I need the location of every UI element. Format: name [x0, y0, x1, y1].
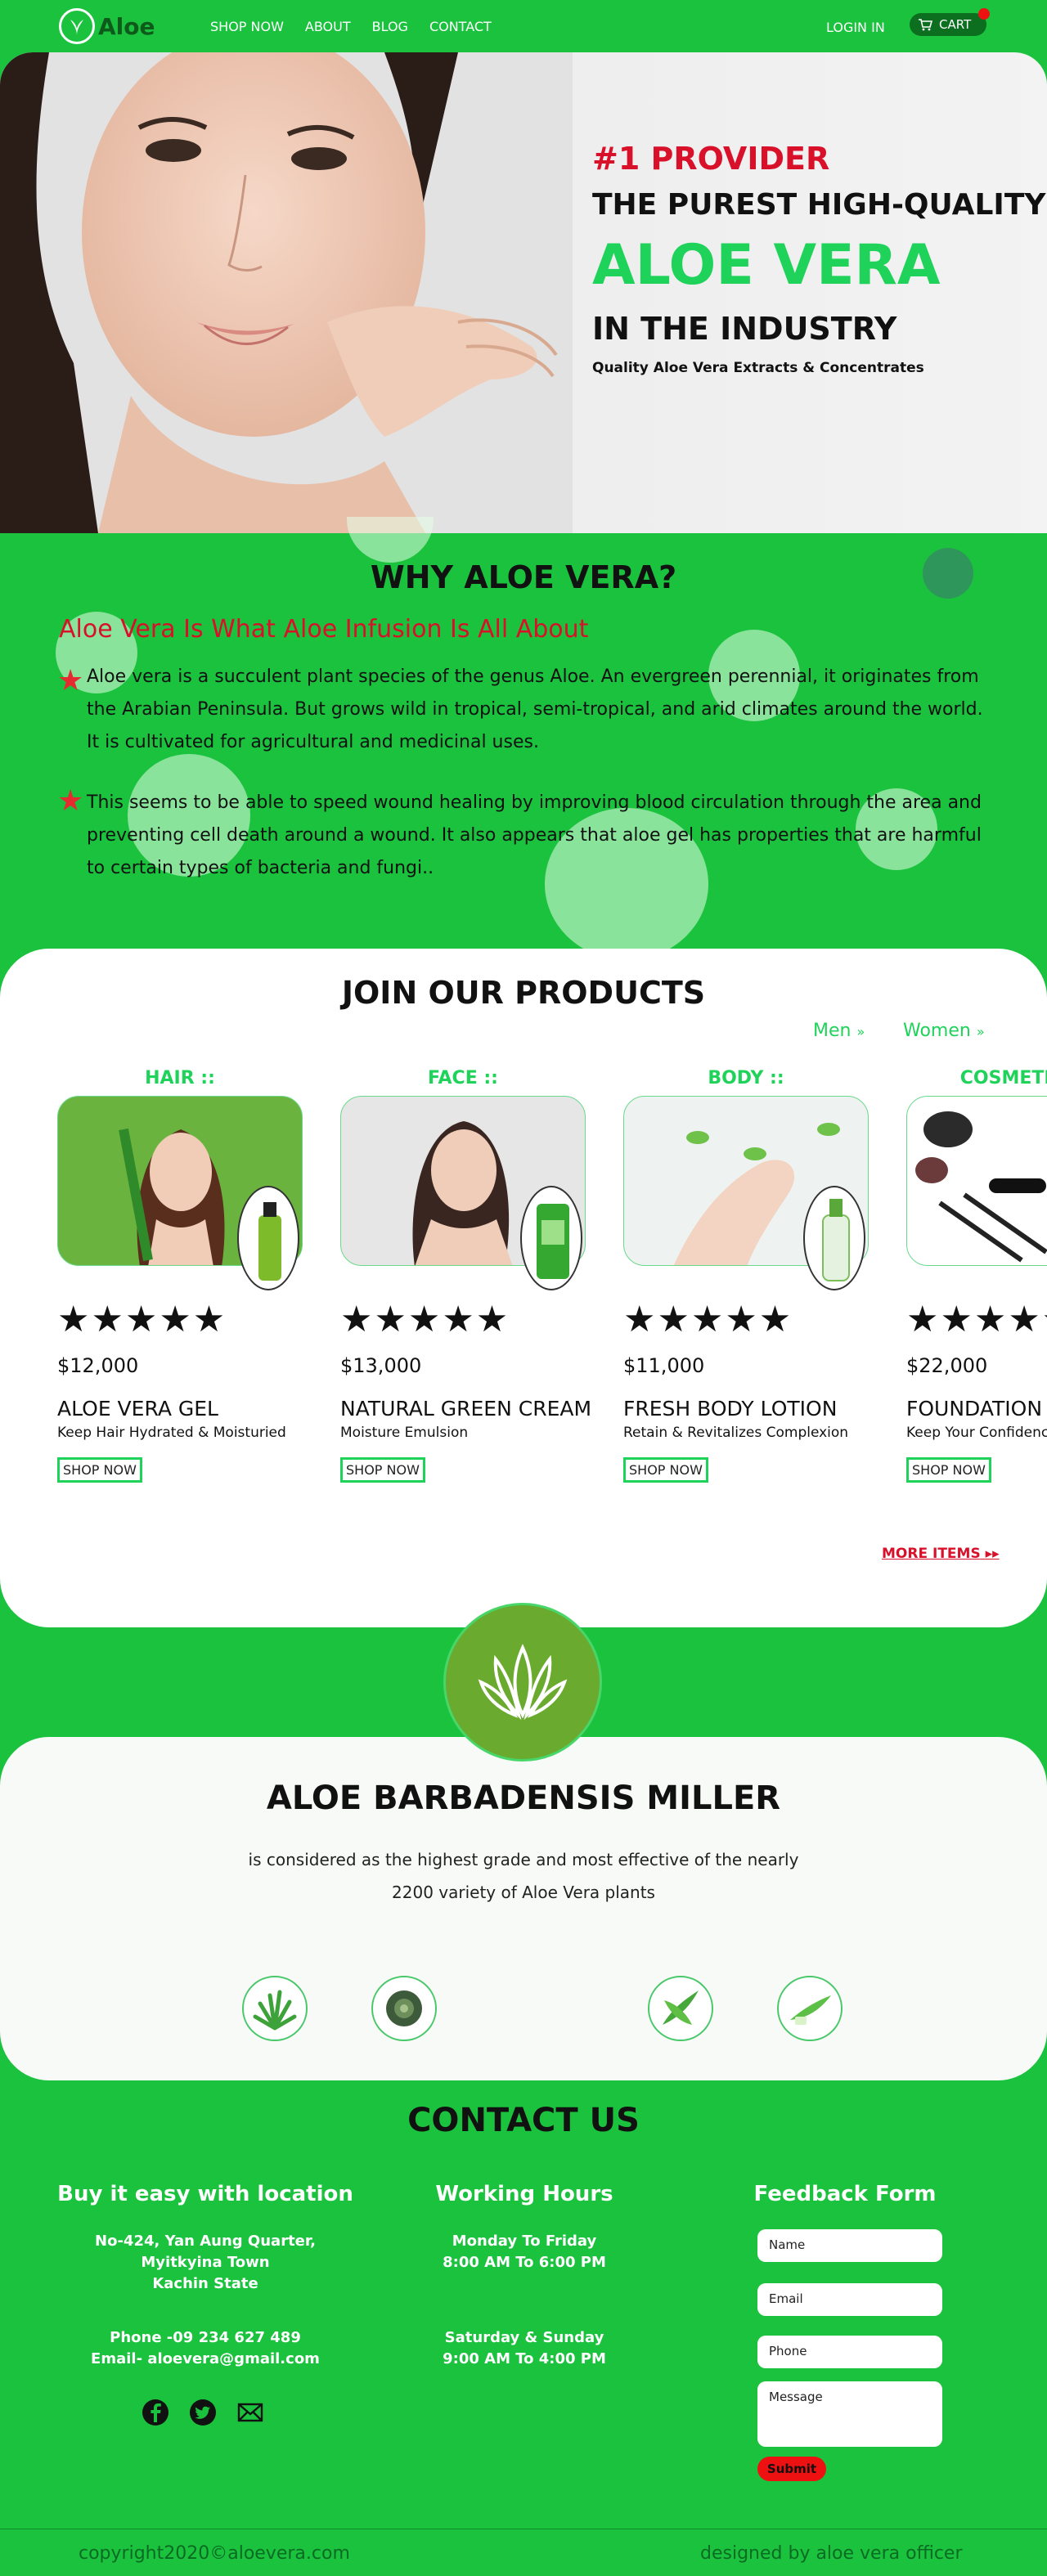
hero-provider-text: #1 PROVIDER — [592, 141, 830, 177]
more-items-link[interactable]: MORE ITEMS ▸▸ — [882, 1546, 1000, 1562]
shop-now-button[interactable]: SHOP NOW — [57, 1457, 142, 1483]
barbadensis-section: ALOE BARBADENSIS MILLER is considered as… — [0, 1737, 1047, 2080]
location-title: Buy it easy with location — [57, 2182, 353, 2206]
product-description: Retain & Revitalizes Complexion — [623, 1425, 849, 1441]
aloe-plant-emblem-icon — [443, 1603, 602, 1761]
twitter-icon[interactable] — [188, 2398, 218, 2427]
facebook-icon[interactable] — [141, 2398, 170, 2427]
rating-stars: ★★★★★ — [623, 1299, 793, 1340]
weekday-days: Monday To Friday — [452, 2233, 597, 2250]
nav-blog[interactable]: BLOG — [372, 19, 408, 34]
top-navbar: Aloe SHOP NOW ABOUT BLOG CONTACT LOGIN I… — [0, 0, 1047, 52]
weekend-days: Saturday & Sunday — [444, 2329, 604, 2346]
why-subtitle: Aloe Vera Is What Aloe Infusion Is All A… — [59, 615, 589, 644]
nav-about[interactable]: ABOUT — [305, 19, 351, 34]
cart-button[interactable]: CART — [910, 8, 990, 36]
aloe-leaves-icon — [648, 1976, 713, 2041]
product-bottle-image — [803, 1186, 865, 1290]
cart-label: CART — [939, 17, 972, 32]
email-text: Email- aloevera@gmail.com — [91, 2350, 320, 2367]
product-price: $13,000 — [340, 1354, 422, 1377]
why-aloe-title: WHY ALOE VERA? — [370, 559, 677, 595]
product-price: $12,000 — [57, 1354, 139, 1377]
copyright-text: copyright2020©aloevera.com — [79, 2543, 350, 2564]
submit-button[interactable]: Submit — [757, 2457, 826, 2481]
filter-men[interactable]: Men » — [813, 1021, 865, 1041]
category-label: BODY :: — [708, 1068, 784, 1088]
mail-icon[interactable] — [236, 2398, 265, 2427]
filter-men-label: Men — [813, 1021, 852, 1041]
nav-shop-now[interactable]: SHOP NOW — [210, 19, 284, 34]
products-section: JOIN OUR PRODUCTS Men » Women » HAIR :: … — [0, 949, 1047, 1627]
working-hours-title: Working Hours — [435, 2182, 613, 2206]
nav-contact[interactable]: CONTACT — [429, 19, 492, 34]
category-label: FACE :: — [428, 1068, 498, 1088]
rating-stars: ★★★★★ — [57, 1299, 227, 1340]
rating-stars: ★★★★★ — [340, 1299, 510, 1340]
address-line-1: No-424, Yan Aung Quarter, — [95, 2233, 316, 2250]
email-field[interactable]: Email — [757, 2283, 942, 2316]
barbadensis-line-2: 2200 variety of Aloe Vera plants — [392, 1883, 655, 1902]
aloe-plant-icon — [242, 1976, 308, 2041]
product-image[interactable] — [906, 1096, 1047, 1266]
product-bottle-image — [520, 1186, 582, 1290]
why-paragraph-2: This seems to be able to speed wound hea… — [87, 792, 982, 878]
name-field[interactable]: Name — [757, 2229, 942, 2262]
aloe-leaf-icon — [59, 8, 95, 44]
phone-text: Phone -09 234 627 489 — [110, 2329, 301, 2346]
contact-title: CONTACT US — [407, 2102, 640, 2139]
double-chevron-down-icon: » — [856, 1024, 865, 1039]
weekend-hours: 9:00 AM To 4:00 PM — [443, 2350, 606, 2367]
product-name: NATURAL GREEN CREAM — [340, 1397, 592, 1420]
shop-now-button[interactable]: SHOP NOW — [906, 1457, 991, 1483]
more-items-label: MORE ITEMS — [882, 1546, 981, 1562]
feedback-form-title: Feedback Form — [753, 2182, 937, 2206]
product-description: Keep Hair Hydrated & Moisturied — [57, 1425, 286, 1441]
weekday-hours: 8:00 AM To 6:00 PM — [443, 2254, 606, 2271]
product-description: Moisture Emulsion — [340, 1425, 469, 1441]
logo-text: Aloe — [98, 12, 155, 40]
product-price: $11,000 — [623, 1354, 705, 1377]
message-field[interactable]: Message — [757, 2381, 942, 2447]
decor-bubble — [347, 517, 434, 563]
product-bottle-image — [237, 1186, 299, 1290]
shop-now-button[interactable]: SHOP NOW — [340, 1457, 425, 1483]
phone-field[interactable]: Phone — [757, 2336, 942, 2368]
filter-women-label: Women — [903, 1021, 971, 1041]
login-link[interactable]: LOGIN IN — [826, 20, 885, 35]
product-name: FRESH BODY LOTION — [623, 1397, 838, 1420]
double-chevron-down-icon: » — [976, 1024, 985, 1039]
product-description: Keep Your Confidence — [906, 1425, 1047, 1441]
logo[interactable]: Aloe — [59, 8, 155, 44]
star-bullet-icon: ★ — [57, 664, 84, 698]
cart-icon — [919, 19, 932, 31]
hero-purest-text: THE PUREST HIGH-QUALITY — [592, 188, 1046, 222]
why-paragraph-1: Aloe vera is a succulent plant species o… — [87, 666, 983, 752]
hero-industry-text: IN THE INDUSTRY — [592, 311, 897, 347]
hero-banner: #1 PROVIDER THE PUREST HIGH-QUALITY ALOE… — [0, 52, 1047, 533]
barbadensis-line-1: is considered as the highest grade and m… — [248, 1850, 799, 1869]
hero-quality-text: Quality Aloe Vera Extracts & Concentrate… — [592, 360, 924, 376]
rating-stars: ★★★★★ — [906, 1299, 1047, 1340]
star-bullet-icon: ★ — [57, 784, 84, 818]
product-name: FOUNDATION & MAKEUP — [906, 1397, 1047, 1420]
products-title: JOIN OUR PRODUCTS — [341, 975, 706, 1011]
address-line-3: Kachin State — [152, 2275, 258, 2292]
product-price: $22,000 — [906, 1354, 988, 1377]
product-name: ALOE VERA GEL — [57, 1397, 218, 1420]
double-arrow-right-icon: ▸▸ — [985, 1546, 1000, 1562]
hero-aloe-vera-text: ALOE VERA — [592, 233, 941, 298]
hero-woman-photo — [0, 52, 573, 533]
succulent-icon — [371, 1976, 437, 2041]
filter-women[interactable]: Women » — [903, 1021, 985, 1041]
category-label: COSMETICS :: — [959, 1068, 1047, 1088]
designed-by-text: designed by aloe vera officer — [700, 2543, 963, 2564]
cart-badge — [978, 8, 990, 20]
barbadensis-title: ALOE BARBADENSIS MILLER — [266, 1779, 781, 1817]
shop-now-button[interactable]: SHOP NOW — [623, 1457, 708, 1483]
category-label: HAIR :: — [145, 1068, 215, 1088]
address-line-2: Myitkyina Town — [141, 2254, 270, 2271]
aloe-slice-icon — [777, 1976, 843, 2041]
